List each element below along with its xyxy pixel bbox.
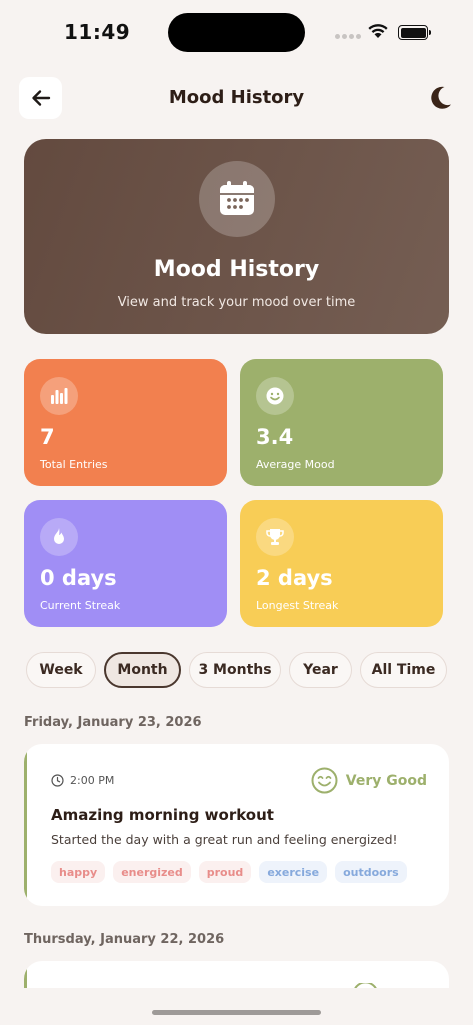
very-good-face-icon xyxy=(354,983,377,988)
home-indicator xyxy=(152,1010,321,1015)
stat-label: Current Streak xyxy=(40,599,121,612)
stat-card-longest-streak: 2 days Longest Streak xyxy=(240,500,443,627)
entry-time-text: 2:00 PM xyxy=(70,774,115,787)
entry-tags: happy energized proud exercise outdoors xyxy=(51,861,407,883)
mood-label: Very Good xyxy=(345,772,427,789)
battery-icon xyxy=(398,25,431,40)
page-title: Mood History xyxy=(168,87,305,108)
mood-badge: Very Good xyxy=(311,767,427,794)
date-header: Thursday, January 22, 2026 xyxy=(24,932,225,947)
stat-value: 0 days xyxy=(40,566,117,590)
mood-color-bar xyxy=(24,961,27,988)
dynamic-island xyxy=(168,13,305,52)
hero-icon-circle xyxy=(199,161,275,237)
entry-time: 2:00 PM xyxy=(51,774,114,787)
cellular-signal-icon xyxy=(335,34,361,39)
hero-title: Mood History xyxy=(153,257,320,282)
stat-value: 3.4 xyxy=(256,425,294,449)
mood-entry-card-partial[interactable] xyxy=(24,961,449,988)
trophy-icon xyxy=(256,518,294,556)
tag: energized xyxy=(113,861,191,883)
stat-card-total-entries: 7 Total Entries xyxy=(24,359,227,486)
stat-card-current-streak: 0 days Current Streak xyxy=(24,500,227,627)
calendar-icon xyxy=(220,181,254,215)
tag: proud xyxy=(198,861,252,883)
tag: exercise xyxy=(259,861,328,883)
stat-label: Longest Streak xyxy=(256,599,339,612)
theme-toggle-button[interactable] xyxy=(426,84,454,116)
moon-icon xyxy=(431,86,451,109)
period-filter-bar: Week Month 3 Months Year All Time xyxy=(26,652,447,688)
hero-card: Mood History View and track your mood ov… xyxy=(24,139,449,334)
tag: outdoors xyxy=(335,861,407,883)
stat-label: Total Entries xyxy=(40,458,108,471)
entry-title: Amazing morning workout xyxy=(51,806,274,824)
very-good-face-icon xyxy=(311,767,338,794)
filter-month[interactable]: Month xyxy=(104,652,181,688)
stat-value: 7 xyxy=(40,425,55,449)
filter-week[interactable]: Week xyxy=(26,652,96,688)
stat-label: Average Mood xyxy=(256,458,335,471)
stat-card-average-mood: 3.4 Average Mood xyxy=(240,359,443,486)
hero-subtitle: View and track your mood over time xyxy=(117,295,356,310)
mood-entry-card[interactable]: 2:00 PM Very Good Amazing morning workou… xyxy=(24,744,449,906)
wifi-icon xyxy=(368,24,388,38)
date-header: Friday, January 23, 2026 xyxy=(24,715,202,730)
smile-icon xyxy=(256,377,294,415)
entry-description: Started the day with a great run and fee… xyxy=(51,832,398,847)
bar-chart-icon xyxy=(40,377,78,415)
clock-icon xyxy=(51,774,64,787)
filter-all-time[interactable]: All Time xyxy=(360,652,447,688)
stat-value: 2 days xyxy=(256,566,333,590)
nav-bar: Mood History xyxy=(0,77,473,119)
filter-year[interactable]: Year xyxy=(289,652,352,688)
status-bar: 11:49 xyxy=(0,0,473,62)
filter-3-months[interactable]: 3 Months xyxy=(189,652,281,688)
flame-icon xyxy=(40,518,78,556)
tag: happy xyxy=(51,861,106,883)
mood-color-bar xyxy=(24,744,27,906)
status-time: 11:49 xyxy=(64,20,131,44)
